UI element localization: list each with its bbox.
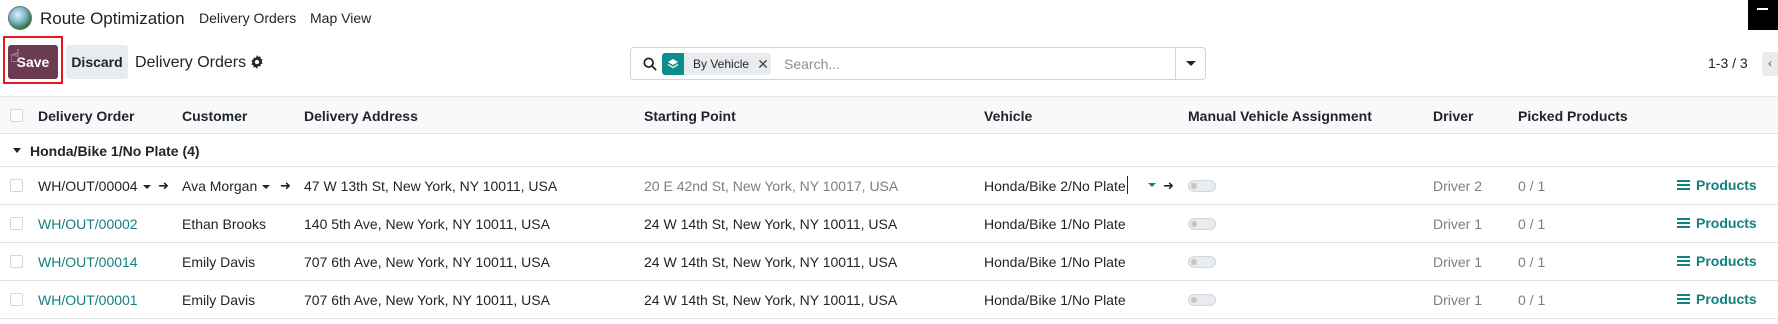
- pager-previous-button[interactable]: ‹: [1762, 52, 1778, 76]
- list-icon: [1677, 179, 1690, 191]
- column-vehicle[interactable]: Vehicle: [984, 108, 1032, 124]
- select-all-checkbox[interactable]: [10, 109, 23, 122]
- menu-map-view[interactable]: Map View: [310, 10, 371, 26]
- group-row[interactable]: Honda/Bike 1/No Plate (4): [0, 134, 1778, 167]
- delivery-order-link[interactable]: WH/OUT/00014: [38, 254, 138, 270]
- search-bar[interactable]: By Vehicle ✕: [630, 47, 1206, 80]
- column-picked-products[interactable]: Picked Products: [1518, 108, 1628, 124]
- starting-point-cell: 20 E 42nd St, New York, NY 10017, USA: [644, 178, 899, 194]
- picked-products-cell: 0 / 1: [1518, 254, 1546, 270]
- globe-logo-icon[interactable]: [8, 6, 32, 30]
- customer-cell: Emily Davis: [182, 254, 256, 270]
- delivery-address-cell: 140 5th Ave, New York, NY 10011, USA: [304, 216, 550, 232]
- row-checkbox[interactable]: [10, 179, 23, 192]
- list-icon: [1677, 293, 1690, 305]
- vehicle-cell: Honda/Bike 1/No Plate: [984, 216, 1126, 232]
- column-customer[interactable]: Customer: [182, 108, 247, 124]
- products-label: Products: [1696, 253, 1757, 269]
- close-icon[interactable]: ✕: [755, 53, 771, 75]
- list-icon: [1677, 217, 1690, 229]
- products-label: Products: [1696, 291, 1757, 307]
- products-button[interactable]: Products: [1677, 177, 1757, 193]
- chevron-down-icon[interactable]: [1148, 183, 1156, 187]
- vehicle-cell: Honda/Bike 1/No Plate: [984, 292, 1126, 308]
- products-button[interactable]: Products: [1677, 215, 1757, 231]
- manual-assignment-toggle[interactable]: [1188, 218, 1216, 230]
- chevron-down-icon: [262, 185, 271, 190]
- delivery-order-link[interactable]: WH/OUT/00001: [38, 292, 138, 308]
- picked-products-cell: 0 / 1: [1518, 178, 1546, 194]
- column-starting-point[interactable]: Starting Point: [644, 108, 736, 124]
- chevron-down-icon: [1185, 61, 1196, 66]
- column-driver[interactable]: Driver: [1433, 108, 1473, 124]
- search-icon: [643, 57, 657, 71]
- delivery-order-link[interactable]: WH/OUT/00002: [38, 216, 138, 232]
- customer-select[interactable]: Ava Morgan: [182, 178, 271, 194]
- driver-cell: Driver 1: [1433, 254, 1483, 270]
- top-navbar: Route Optimization Delivery Orders Map V…: [0, 0, 1778, 36]
- delivery-order-value: WH/OUT/00004: [38, 178, 138, 194]
- products-label: Products: [1696, 215, 1757, 231]
- driver-cell: Driver 2: [1433, 178, 1483, 194]
- manual-assignment-toggle[interactable]: [1188, 256, 1216, 268]
- column-manual-vehicle-assignment[interactable]: Manual Vehicle Assignment: [1188, 108, 1372, 124]
- group-label: Honda/Bike 1/No Plate (4): [30, 143, 200, 159]
- table-header: Delivery Order Customer Delivery Address…: [0, 96, 1778, 134]
- products-button[interactable]: Products: [1677, 291, 1757, 307]
- delivery-address-cell: 707 6th Ave, New York, NY 10011, USA: [304, 254, 550, 270]
- hand-pointer-icon: ☝: [10, 46, 21, 66]
- table-row[interactable]: WH/OUT/00002 Ethan Brooks 140 5th Ave, N…: [0, 205, 1778, 243]
- gear-icon[interactable]: [250, 55, 264, 69]
- table-row[interactable]: WH/OUT/00014 Emily Davis 707 6th Ave, Ne…: [0, 243, 1778, 281]
- vehicle-cell: Honda/Bike 1/No Plate: [984, 254, 1126, 270]
- list-icon: [1677, 255, 1690, 267]
- text-cursor: [1127, 176, 1128, 194]
- row-checkbox[interactable]: [10, 217, 23, 230]
- internal-link-arrow-icon[interactable]: ➜: [1163, 178, 1174, 194]
- row-checkbox[interactable]: [10, 255, 23, 268]
- search-facet: By Vehicle ✕: [662, 53, 772, 75]
- delivery-address-cell: 707 6th Ave, New York, NY 10011, USA: [304, 292, 550, 308]
- products-button[interactable]: Products: [1677, 253, 1757, 269]
- manual-assignment-toggle[interactable]: [1188, 180, 1216, 192]
- picked-products-cell: 0 / 1: [1518, 216, 1546, 232]
- customer-value: Ava Morgan: [182, 178, 258, 194]
- breadcrumb: Delivery Orders: [135, 54, 247, 71]
- delivery-address-cell[interactable]: 47 W 13th St, New York, NY 10011, USA: [304, 178, 557, 194]
- table-row[interactable]: WH/OUT/00004 ➜ Ava Morgan ➜ 47 W 13th St…: [0, 167, 1778, 205]
- picked-products-cell: 0 / 1: [1518, 292, 1546, 308]
- starting-point-cell: 24 W 14th St, New York, NY 10011, USA: [644, 292, 898, 308]
- manual-assignment-toggle[interactable]: [1188, 294, 1216, 306]
- driver-cell: Driver 1: [1433, 216, 1483, 232]
- discard-button[interactable]: Discard: [66, 45, 128, 79]
- caret-down-icon: [13, 148, 21, 153]
- starting-point-cell: 24 W 14th St, New York, NY 10011, USA: [644, 216, 898, 232]
- layers-icon: [662, 53, 684, 75]
- chevron-down-icon: [142, 185, 151, 190]
- delivery-order-select[interactable]: WH/OUT/00004: [38, 178, 151, 194]
- search-options-toggle[interactable]: [1175, 48, 1205, 79]
- starting-point-cell: 24 W 14th St, New York, NY 10011, USA: [644, 254, 898, 270]
- row-checkbox[interactable]: [10, 293, 23, 306]
- menu-delivery-orders[interactable]: Delivery Orders: [199, 10, 296, 26]
- app-name[interactable]: Route Optimization: [40, 9, 185, 29]
- search-input[interactable]: [784, 54, 1164, 74]
- internal-link-arrow-icon[interactable]: ➜: [280, 178, 291, 194]
- facet-label: By Vehicle: [693, 57, 750, 71]
- driver-cell: Driver 1: [1433, 292, 1483, 308]
- customer-cell: Ethan Brooks: [182, 216, 267, 232]
- vehicle-input[interactable]: Honda/Bike 2/No Plate: [984, 178, 1126, 194]
- pager-value[interactable]: 1-3 / 3: [1708, 55, 1748, 71]
- internal-link-arrow-icon[interactable]: ➜: [158, 178, 169, 194]
- column-delivery-order[interactable]: Delivery Order: [38, 108, 135, 124]
- minimize-icon[interactable]: [1748, 0, 1778, 30]
- table-row[interactable]: WH/OUT/00001 Emily Davis 707 6th Ave, Ne…: [0, 281, 1778, 319]
- products-label: Products: [1696, 177, 1757, 193]
- column-delivery-address[interactable]: Delivery Address: [304, 108, 418, 124]
- customer-cell: Emily Davis: [182, 292, 256, 308]
